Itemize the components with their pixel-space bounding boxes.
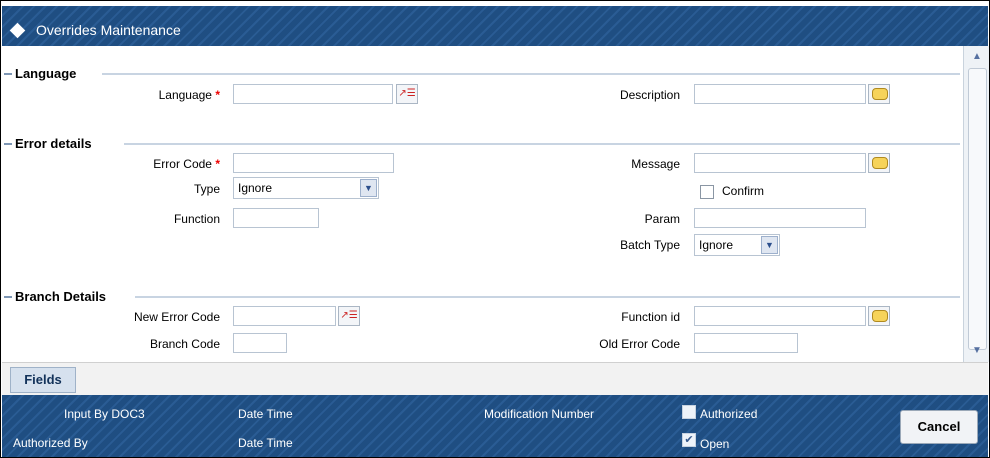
date-time-text: Date Time [238,407,293,421]
input-by-text: Input By DOC3 [64,407,145,421]
language-label-text: Language [158,88,212,102]
open-label: Open [700,437,730,451]
new-error-code-input[interactable] [233,306,336,326]
speech-bubble-icon [872,88,888,100]
old-error-code-input[interactable] [694,333,798,353]
speech-bubble-icon [872,157,888,169]
new-error-code-lov-button[interactable]: ↗☰ [338,306,360,326]
authorized-by-text: Authorized By [13,436,88,450]
date-time-text-2: Date Time [238,436,293,450]
function-id-input[interactable] [694,306,866,326]
checkmark-icon: ✔ [684,434,694,446]
error-code-label-text: Error Code [153,157,212,171]
required-marker: * [215,157,220,171]
modification-number-text: Modification Number [484,407,595,421]
function-label: Function [173,212,220,226]
type-select-value: Ignore [238,181,273,195]
batch-type-label: Batch Type [620,238,680,252]
language-section-title: Language [15,66,77,81]
branch-code-label: Branch Code [149,337,220,351]
param-input[interactable] [694,208,866,228]
cancel-button[interactable]: Cancel [900,410,978,444]
chevron-down-icon[interactable]: ▼ [970,344,984,358]
confirm-checkbox[interactable] [700,185,714,199]
section-dash [4,143,12,145]
list-of-values-icon: ↗☰ [340,310,358,321]
open-checkbox: ✔ [682,433,696,447]
error-code-label: Error Code * [102,157,220,171]
param-label: Param [644,212,680,226]
confirm-label: Confirm [722,184,765,198]
section-dash [4,296,12,298]
old-error-code-label: Old Error Code [599,337,680,351]
section-divider [102,73,960,75]
language-label: Language * [102,88,220,102]
section-divider [135,296,960,298]
vertical-scrollbar[interactable]: ▲ ▼ [963,46,989,362]
chevron-down-icon[interactable]: ▼ [360,179,377,197]
message-input[interactable] [694,153,866,173]
description-popup-button[interactable] [868,84,890,104]
overrides-maintenance-window: Overrides Maintenance Language Language … [0,0,990,458]
list-of-values-icon: ↗☰ [398,88,416,99]
form-content: Language Language * ↗☰ Description Error… [2,46,962,362]
authorized-checkbox [682,405,696,419]
window-title: Overrides Maintenance [36,22,181,38]
function-id-popup-button[interactable] [868,306,890,326]
message-label: Message [631,157,680,171]
section-dash [4,73,12,75]
error-details-section-title: Error details [15,136,92,151]
scrollbar-thumb[interactable] [968,68,987,350]
title-bar: Overrides Maintenance [2,6,988,46]
type-label: Type [193,182,220,196]
branch-code-input[interactable] [233,333,287,353]
audit-footer: Input By DOC3 Date Time Modification Num… [2,395,988,457]
required-marker: * [215,88,220,102]
function-id-label: Function id [621,310,680,324]
error-code-input[interactable] [233,153,394,173]
description-label: Description [619,88,680,102]
authorized-label: Authorized [700,407,758,421]
section-divider [124,143,960,145]
chevron-up-icon[interactable]: ▲ [970,50,984,64]
new-error-code-label: New Error Code [133,310,220,324]
language-input[interactable] [233,84,393,104]
language-lov-button[interactable]: ↗☰ [396,84,418,104]
description-input[interactable] [694,84,866,104]
batch-type-select-value: Ignore [699,238,734,252]
function-input[interactable] [233,208,319,228]
chevron-down-icon[interactable]: ▼ [761,236,778,254]
fields-toolbar: Fields [2,362,988,396]
batch-type-select[interactable]: Ignore ▼ [694,234,780,256]
diamond-icon [9,22,26,39]
speech-bubble-icon [872,310,888,322]
fields-button[interactable]: Fields [10,367,76,393]
type-select[interactable]: Ignore ▼ [233,177,379,199]
message-popup-button[interactable] [868,153,890,173]
branch-details-section-title: Branch Details [15,289,107,304]
